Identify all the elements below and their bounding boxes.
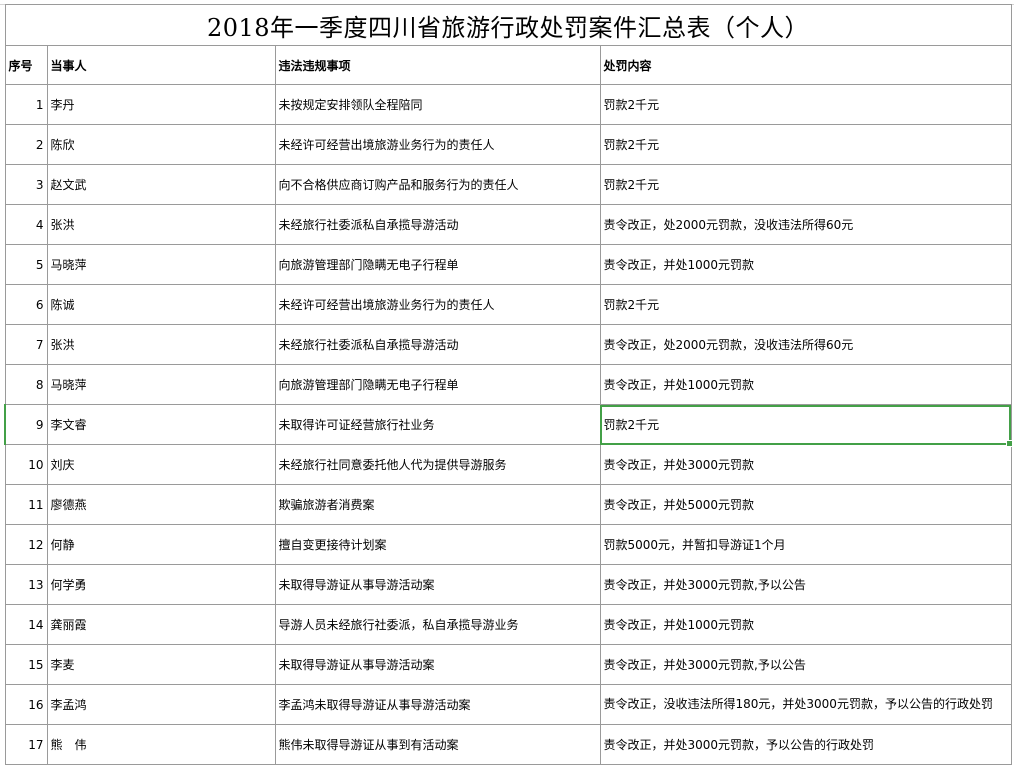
cell-party[interactable]: 张洪	[46, 324, 276, 365]
cell-index[interactable]: 17	[4, 724, 48, 765]
fill-handle[interactable]	[1006, 440, 1013, 447]
cell-index[interactable]: 12	[4, 524, 48, 565]
cell-index[interactable]: 8	[4, 364, 48, 405]
cell-violation[interactable]: 未取得导游证从事导游活动案	[274, 564, 601, 605]
cell-index[interactable]: 7	[4, 324, 48, 365]
table-row: 2 陈欣 未经许可经营出境旅游业务行为的责任人 罚款2千元	[4, 124, 1012, 165]
table-row: 9 李文睿 未取得许可证经营旅行社业务 罚款2千元	[4, 404, 1012, 445]
table-row: 17 熊 伟熊伟未取得导游证从事到有活动案 责令改正，并处3000元罚款，予以公告的…	[4, 724, 1012, 765]
cell-index[interactable]: 5	[4, 244, 48, 285]
cell-party[interactable]: 何静	[46, 524, 276, 565]
cell-penalty[interactable]: 责令改正，并处3000元罚款，予以公告的行政处罚	[599, 724, 1012, 765]
cell-violation[interactable]: 向不合格供应商订购产品和服务行为的责任人	[274, 164, 601, 205]
cell-penalty[interactable]: 罚款2千元	[599, 84, 1012, 125]
cell-penalty[interactable]: 责令改正，并处5000元罚款	[599, 484, 1012, 525]
cell-party[interactable]: 龚丽霞	[46, 604, 276, 645]
table-row: 11 廖德燕 欺骗旅游者消费案 责令改正，并处5000元罚款	[4, 484, 1012, 525]
cell-party[interactable]: 陈欣	[46, 124, 276, 165]
table-row: 4 张洪 未经旅行社委派私自承揽导游活动 责令改正，处2000元罚款，没收违法所得60…	[4, 204, 1012, 245]
cell-index[interactable]: 10	[4, 444, 48, 485]
table-row: 15 李麦 未取得导游证从事导游活动案 责令改正，并处3000元罚款,予以公告	[4, 644, 1012, 685]
penalty-table: 2018年一季度四川省旅游行政处罚案件汇总表（个人） 序号 当事人 违法违规事项…	[4, 4, 1012, 765]
table-row: 16 李孟鸿 李孟鸿未取得导游证从事导游活动案 责令改正，没收违法所得180元，并处3…	[4, 684, 1012, 725]
cell-penalty[interactable]: 罚款2千元	[599, 404, 1012, 445]
table-row: 6 陈诚 未经许可经营出境旅游业务行为的责任人 罚款2千元	[4, 284, 1012, 325]
table-row: 1 李丹 未按规定安排领队全程陪同 罚款2千元	[4, 84, 1012, 125]
spreadsheet: 2018年一季度四川省旅游行政处罚案件汇总表（个人） 序号 当事人 违法违规事项…	[0, 0, 1014, 766]
table-row: 7 张洪 未经旅行社委派私自承揽导游活动 责令改正，处2000元罚款，没收违法所得60…	[4, 324, 1012, 365]
cell-violation[interactable]: 擅自变更接待计划案	[274, 524, 601, 565]
cell-index[interactable]: 14	[4, 604, 48, 645]
cell-party[interactable]: 马晓萍	[46, 364, 276, 405]
table-row: 14 龚丽霞 导游人员未经旅行社委派，私自承揽导游业务 责令改正，并处1000元罚款	[4, 604, 1012, 645]
table-row: 13 何学勇 未取得导游证从事导游活动案 责令改正，并处3000元罚款,予以公告	[4, 564, 1012, 605]
cell-party[interactable]: 李文睿	[46, 404, 276, 445]
cell-penalty[interactable]: 责令改正，并处3000元罚款,予以公告	[599, 644, 1012, 685]
cell-index[interactable]: 4	[4, 204, 48, 245]
cell-party[interactable]: 张洪	[46, 204, 276, 245]
cell-violation[interactable]: 未取得导游证从事导游活动案	[274, 644, 601, 685]
cell-party[interactable]: 李孟鸿	[46, 684, 276, 725]
sheet-title[interactable]: 2018年一季度四川省旅游行政处罚案件汇总表（个人）	[4, 4, 1012, 46]
cell-index[interactable]: 3	[4, 164, 48, 205]
cell-party[interactable]: 马晓萍	[46, 244, 276, 285]
cell-party[interactable]: 陈诚	[46, 284, 276, 325]
cell-penalty[interactable]: 责令改正，并处1000元罚款	[599, 244, 1012, 285]
cell-party[interactable]: 何学勇	[46, 564, 276, 605]
cell-violation[interactable]: 李孟鸿未取得导游证从事导游活动案	[274, 684, 601, 725]
cell-index[interactable]: 13	[4, 564, 48, 605]
cell-index[interactable]: 6	[4, 284, 48, 325]
header-violation[interactable]: 违法违规事项	[274, 45, 601, 85]
cell-party[interactable]: 李丹	[46, 84, 276, 125]
table-row: 5 马晓萍 向旅游管理部门隐瞒无电子行程单 责令改正，并处1000元罚款	[4, 244, 1012, 285]
cell-violation[interactable]: 导游人员未经旅行社委派，私自承揽导游业务	[274, 604, 601, 645]
cell-violation[interactable]: 未经许可经营出境旅游业务行为的责任人	[274, 124, 601, 165]
cell-index[interactable]: 11	[4, 484, 48, 525]
table-row: 10 刘庆 未经旅行社同意委托他人代为提供导游服务 责令改正，并处3000元罚款	[4, 444, 1012, 485]
header-party[interactable]: 当事人	[46, 45, 276, 85]
cell-index[interactable]: 2	[4, 124, 48, 165]
cell-party[interactable]: 赵文武	[46, 164, 276, 205]
cell-violation[interactable]: 向旅游管理部门隐瞒无电子行程单	[274, 364, 601, 405]
cell-index[interactable]: 1	[4, 84, 48, 125]
cell-penalty[interactable]: 责令改正，处2000元罚款，没收违法所得60元	[599, 324, 1012, 365]
cell-penalty[interactable]: 责令改正，没收违法所得180元，并处3000元罚款，予以公告的行政处罚	[599, 684, 1012, 725]
cell-violation[interactable]: 向旅游管理部门隐瞒无电子行程单	[274, 244, 601, 285]
cell-index[interactable]: 9	[4, 404, 48, 445]
cell-violation[interactable]: 熊伟未取得导游证从事到有活动案	[274, 724, 601, 765]
cell-index[interactable]: 16	[4, 684, 48, 725]
cell-violation[interactable]: 未经旅行社委派私自承揽导游活动	[274, 204, 601, 245]
header-index[interactable]: 序号	[4, 45, 48, 85]
cell-party[interactable]: 刘庆	[46, 444, 276, 485]
cell-penalty[interactable]: 责令改正，并处1000元罚款	[599, 364, 1012, 405]
table-row: 12 何静 擅自变更接待计划案 罚款5000元，并暂扣导游证1个月	[4, 524, 1012, 565]
cell-penalty[interactable]: 罚款2千元	[599, 284, 1012, 325]
cell-penalty[interactable]: 罚款5000元，并暂扣导游证1个月	[599, 524, 1012, 565]
cell-violation[interactable]: 未经旅行社同意委托他人代为提供导游服务	[274, 444, 601, 485]
cell-penalty[interactable]: 责令改正，并处1000元罚款	[599, 604, 1012, 645]
table-row: 3 赵文武 向不合格供应商订购产品和服务行为的责任人 罚款2千元	[4, 164, 1012, 205]
cell-party[interactable]: 熊 伟	[46, 724, 276, 765]
cell-party[interactable]: 李麦	[46, 644, 276, 685]
cell-violation[interactable]: 未经旅行社委派私自承揽导游活动	[274, 324, 601, 365]
cell-party[interactable]: 廖德燕	[46, 484, 276, 525]
cell-violation[interactable]: 欺骗旅游者消费案	[274, 484, 601, 525]
cell-violation[interactable]: 未经许可经营出境旅游业务行为的责任人	[274, 284, 601, 325]
cell-index[interactable]: 15	[4, 644, 48, 685]
header-penalty[interactable]: 处罚内容	[599, 45, 1012, 85]
cell-violation[interactable]: 未取得许可证经营旅行社业务	[274, 404, 601, 445]
cell-penalty[interactable]: 责令改正，并处3000元罚款	[599, 444, 1012, 485]
cell-penalty[interactable]: 罚款2千元	[599, 164, 1012, 205]
cell-penalty[interactable]: 责令改正，并处3000元罚款,予以公告	[599, 564, 1012, 605]
cell-penalty[interactable]: 罚款2千元	[599, 124, 1012, 165]
cell-violation[interactable]: 未按规定安排领队全程陪同	[274, 84, 601, 125]
cell-penalty[interactable]: 责令改正，处2000元罚款，没收违法所得60元	[599, 204, 1012, 245]
table-row: 8 马晓萍 向旅游管理部门隐瞒无电子行程单 责令改正，并处1000元罚款	[4, 364, 1012, 405]
